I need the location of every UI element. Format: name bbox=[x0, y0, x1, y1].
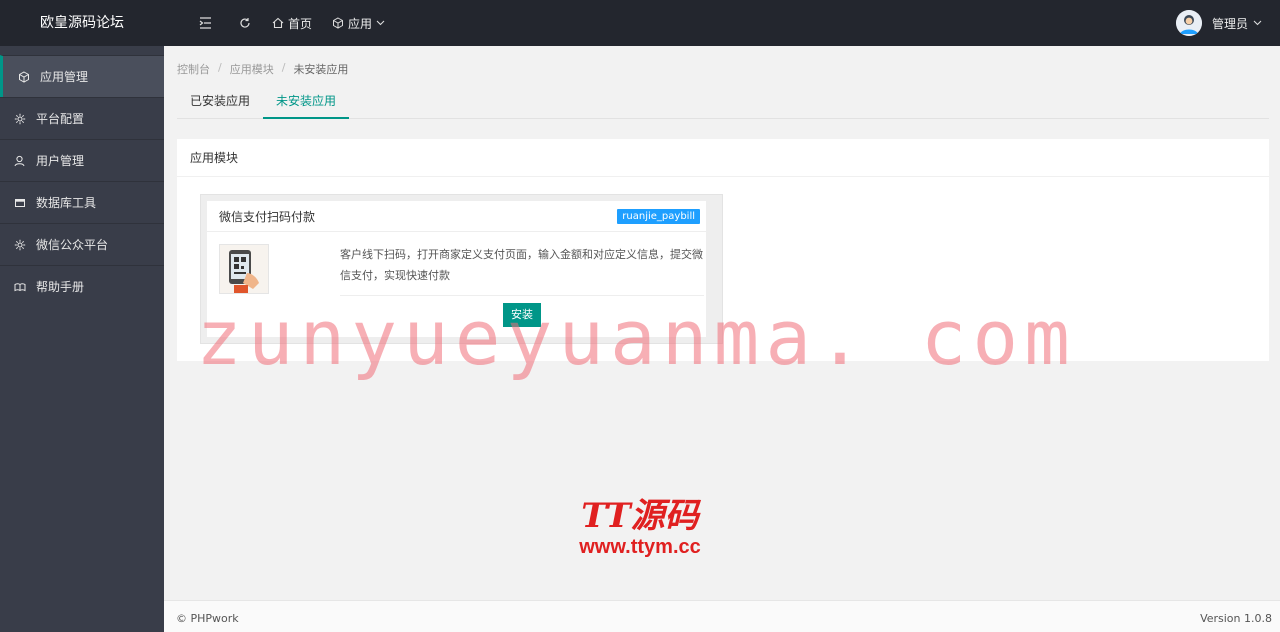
footer: © PHPwork Version 1.0.8 bbox=[164, 600, 1280, 632]
divider bbox=[340, 295, 704, 296]
menu-fold-icon[interactable] bbox=[192, 0, 218, 46]
panel-title: 应用模块 bbox=[177, 139, 1269, 177]
breadcrumb-separator: / bbox=[218, 61, 222, 74]
module-name: 微信支付扫码付款 bbox=[219, 209, 316, 224]
sidebar-item-platform-config[interactable]: 平台配置 bbox=[0, 97, 164, 139]
sidebar-item-label: 帮助手册 bbox=[36, 280, 85, 294]
sidebar-item-help-manual[interactable]: 帮助手册 bbox=[0, 265, 164, 307]
tab-uninstalled-apps[interactable]: 未安装应用 bbox=[263, 86, 350, 119]
avatar bbox=[1175, 10, 1202, 36]
top-bar: 欧皇源码论坛 首页 应用 管理员 bbox=[0, 0, 1280, 46]
version-text: Version 1.0.8 bbox=[1200, 612, 1272, 625]
copyright-text: © PHPwork bbox=[176, 612, 239, 625]
gear-icon bbox=[14, 239, 26, 250]
breadcrumb: 控制台 / 应用模块 / 未安装应用 bbox=[177, 61, 348, 77]
module-description: 客户线下扫码，打开商家定义支付页面，输入金额和对应定义信息，提交微信支付，实现快… bbox=[340, 248, 703, 282]
module-card: 微信支付扫码付款 ruanjie_paybill 客户线下扫码，打开商家定义支付… bbox=[207, 201, 706, 337]
install-button[interactable]: 安装 bbox=[503, 303, 541, 327]
breadcrumb-item[interactable]: 应用模块 bbox=[230, 61, 274, 77]
sidebar-item-label: 平台配置 bbox=[36, 112, 85, 126]
chevron-down-icon bbox=[376, 20, 385, 26]
book-icon bbox=[14, 282, 26, 291]
sidebar-item-label: 数据库工具 bbox=[36, 196, 97, 210]
cube-icon bbox=[333, 17, 344, 29]
breadcrumb-current: 未安装应用 bbox=[293, 63, 349, 76]
site-logo[interactable]: 欧皇源码论坛 bbox=[0, 0, 164, 46]
sidebar-item-wechat-platform[interactable]: 微信公众平台 bbox=[0, 223, 164, 265]
user-menu[interactable]: 管理员 bbox=[1175, 0, 1262, 46]
main-content: 控制台 / 应用模块 / 未安装应用 已安装应用 未安装应用 应用模块 微信支付… bbox=[164, 46, 1280, 600]
sidebar-item-database-tools[interactable]: 数据库工具 bbox=[0, 181, 164, 223]
tab-bar: 已安装应用 未安装应用 bbox=[177, 86, 1269, 119]
apps-menu[interactable]: 应用 bbox=[332, 0, 385, 46]
app-module-panel: 应用模块 微信支付扫码付款 ruanjie_paybill 客户线下扫码，打开商… bbox=[177, 139, 1269, 361]
home-icon bbox=[272, 17, 284, 29]
chevron-down-icon bbox=[1253, 20, 1262, 26]
sidebar-item-app-management[interactable]: 应用管理 bbox=[0, 55, 164, 97]
tab-installed-apps[interactable]: 已安装应用 bbox=[177, 86, 263, 119]
home-link[interactable]: 首页 bbox=[272, 0, 312, 46]
breadcrumb-item[interactable]: 控制台 bbox=[177, 61, 210, 77]
sidebar-item-label: 应用管理 bbox=[40, 70, 89, 84]
breadcrumb-separator: / bbox=[281, 61, 286, 74]
home-label: 首页 bbox=[288, 16, 313, 31]
refresh-icon[interactable] bbox=[232, 0, 258, 46]
apps-label: 应用 bbox=[348, 16, 373, 31]
sidebar-item-user-management[interactable]: 用户管理 bbox=[0, 139, 164, 181]
sidebar-item-label: 微信公众平台 bbox=[36, 238, 109, 252]
user-name: 管理员 bbox=[1211, 16, 1248, 31]
module-thumbnail bbox=[219, 244, 269, 294]
database-icon bbox=[15, 198, 25, 207]
top-toolbar: 首页 应用 bbox=[192, 0, 405, 46]
module-card-header: 微信支付扫码付款 ruanjie_paybill bbox=[207, 201, 706, 232]
user-icon bbox=[14, 155, 25, 166]
sidebar: 应用管理 平台配置 用户管理 数据库工具 微信公众平台 帮助手册 bbox=[0, 46, 164, 632]
gear-icon bbox=[14, 113, 26, 124]
sidebar-item-label: 用户管理 bbox=[36, 154, 85, 168]
cube-icon bbox=[19, 70, 29, 83]
module-tag-badge: ruanjie_paybill bbox=[617, 208, 700, 224]
module-card-frame: 微信支付扫码付款 ruanjie_paybill 客户线下扫码，打开商家定义支付… bbox=[200, 194, 723, 344]
